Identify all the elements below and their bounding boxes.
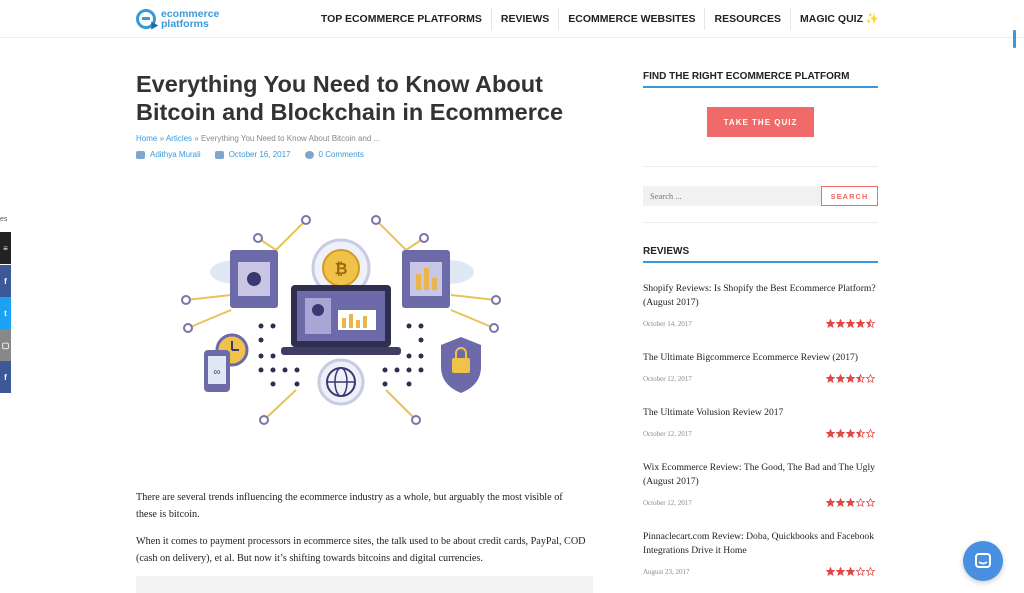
nav-ecommerce-websites[interactable]: ECOMMERCE WEBSITES (558, 8, 704, 30)
title-line-1: Everything You Need to Know About (136, 71, 543, 97)
breadcrumb-articles[interactable]: Articles (166, 134, 192, 143)
post-date: October 16, 2017 (228, 150, 291, 159)
review-date: October 14, 2017 (643, 320, 692, 328)
svg-text:∞: ∞ (213, 367, 220, 378)
star-empty-icon (856, 567, 865, 576)
share-menu-button[interactable]: ≡ (0, 232, 11, 264)
nav-magic-quiz[interactable]: MAGIC QUIZ ✨ (790, 8, 888, 30)
comments-link[interactable]: 0 Comments (319, 150, 364, 159)
scrollbar-thumb[interactable] (1013, 30, 1016, 48)
review-item[interactable]: Wix Ecommerce Review: The Good, The Bad … (643, 461, 878, 511)
breadcrumb-home[interactable]: Home (136, 134, 157, 143)
star-full-icon (826, 319, 835, 328)
nav-reviews[interactable]: REVIEWS (490, 8, 558, 30)
star-full-icon (826, 374, 835, 383)
review-title[interactable]: Pinnaclecart.com Review: Doba, Quickbook… (643, 530, 878, 558)
nav-top-ecommerce-platforms[interactable]: TOP ECOMMERCE PLATFORMS (312, 8, 491, 30)
star-empty-icon (856, 498, 865, 507)
site-header: ecommerce platforms TOP ECOMMERCE PLATFO… (0, 0, 1024, 38)
review-title[interactable]: Wix Ecommerce Review: The Good, The Bad … (643, 461, 878, 489)
review-title[interactable]: The Ultimate Volusion Review 2017 (643, 406, 878, 420)
review-item[interactable]: Pinnaclecart.com Review: Doba, Quickbook… (643, 530, 878, 580)
star-empty-icon (866, 429, 875, 438)
review-item[interactable]: Shopify Reviews: Is Shopify the Best Eco… (643, 282, 878, 332)
search-input[interactable] (643, 186, 821, 206)
star-full-icon (826, 429, 835, 438)
menu-icon: ≡ (3, 243, 8, 253)
review-item[interactable]: The Ultimate Bigcommerce Ecommerce Revie… (643, 351, 878, 391)
logo-text: ecommerce platforms (161, 9, 219, 30)
star-full-icon (836, 567, 845, 576)
star-empty-icon (866, 374, 875, 383)
divider (643, 222, 878, 223)
star-full-icon (836, 429, 845, 438)
site-logo[interactable]: ecommerce platforms (136, 6, 219, 32)
star-full-icon (846, 498, 855, 507)
email-icon: ▢ (1, 340, 10, 350)
review-rating (825, 498, 875, 507)
review-item[interactable]: The Ultimate Volusion Review 2017 Octobe… (643, 406, 878, 446)
review-date: October 12, 2017 (643, 375, 692, 383)
calendar-icon (214, 150, 224, 159)
article-paragraph: There are several trends influencing the… (136, 492, 563, 520)
star-full-icon (846, 567, 855, 576)
share-email-button[interactable]: ▢ (0, 329, 11, 361)
nav-resources[interactable]: RESOURCES (704, 8, 790, 30)
main-nav: TOP ECOMMERCE PLATFORMS REVIEWS ECOMMERC… (312, 0, 888, 38)
breadcrumb: Home » Articles » Everything You Need to… (136, 134, 380, 143)
review-date: October 12, 2017 (643, 499, 692, 507)
article-meta: Adithya Murali October 16, 2017 0 Commen… (136, 150, 364, 159)
review-rating (825, 429, 875, 438)
page-title: Everything You Need to Know About Bitcoi… (136, 70, 576, 126)
review-rating (825, 567, 875, 576)
share-facebook-button[interactable]: f (0, 265, 11, 297)
star-empty-icon (866, 498, 875, 507)
star-half-icon (856, 429, 865, 438)
review-date: August 23, 2017 (643, 568, 690, 576)
breadcrumb-separator: » (194, 134, 199, 143)
share-twitter-button[interactable]: t (0, 297, 11, 329)
logo-line-2: platforms (161, 18, 209, 30)
facebook-icon: f (4, 276, 7, 286)
article-paragraph: When it comes to payment processors in e… (136, 536, 586, 564)
breadcrumb-separator: » (159, 134, 165, 143)
star-full-icon (846, 429, 855, 438)
comments-icon (304, 150, 314, 159)
review-title[interactable]: The Ultimate Bigcommerce Ecommerce Revie… (643, 351, 878, 365)
share-facebook-messenger-button[interactable]: f (0, 361, 11, 393)
content-block (136, 576, 593, 593)
review-rating (825, 319, 875, 328)
star-half-icon (866, 319, 875, 328)
divider (643, 166, 878, 167)
hero-illustration: ₿ ∞ (181, 215, 501, 425)
author-link[interactable]: Adithya Murali (150, 150, 201, 159)
star-full-icon (846, 319, 855, 328)
star-full-icon (826, 567, 835, 576)
star-full-icon (836, 319, 845, 328)
reviews-widget-title: REVIEWS (643, 246, 878, 263)
logo-icon (136, 9, 159, 30)
title-line-2: Bitcoin and Blockchain in Ecommerce (136, 99, 564, 125)
breadcrumb-current: Everything You Need to Know About Bitcoi… (200, 134, 381, 143)
star-full-icon (856, 319, 865, 328)
chat-launcher-button[interactable] (963, 541, 1003, 581)
star-empty-icon (866, 567, 875, 576)
star-full-icon (836, 498, 845, 507)
review-date: October 12, 2017 (643, 430, 692, 438)
take-quiz-button[interactable]: TAKE THE QUIZ (707, 107, 814, 137)
star-full-icon (846, 374, 855, 383)
review-rating (825, 374, 875, 383)
star-half-icon (856, 374, 865, 383)
quiz-widget-title: FIND THE RIGHT ECOMMERCE PLATFORM (643, 71, 878, 88)
search-button[interactable]: SEARCH (821, 186, 878, 206)
facebook-icon: f (4, 372, 7, 382)
user-icon (136, 150, 145, 159)
star-full-icon (836, 374, 845, 383)
twitter-icon: t (4, 308, 7, 318)
chat-icon (975, 553, 991, 568)
svg-text:₿: ₿ (334, 260, 347, 278)
star-full-icon (826, 498, 835, 507)
share-label: es (0, 216, 8, 223)
review-title[interactable]: Shopify Reviews: Is Shopify the Best Eco… (643, 282, 878, 310)
